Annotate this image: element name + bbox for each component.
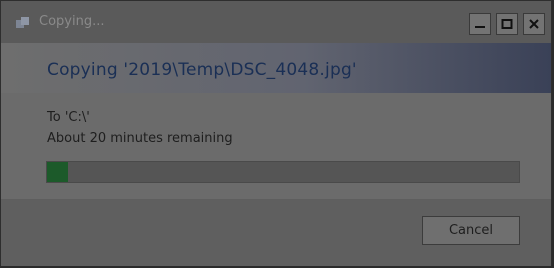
minimize-button[interactable]: [469, 13, 491, 35]
close-button[interactable]: [523, 13, 545, 35]
progress-bar-fill: [47, 162, 69, 182]
copy-app-icon: [15, 15, 31, 31]
copy-heading: Copying '2019\Temp\DSC_4048.jpg': [47, 60, 357, 80]
maximize-button[interactable]: [496, 13, 518, 35]
window-title: Copying...: [39, 14, 105, 29]
title-bar[interactable]: Copying...: [1, 1, 551, 43]
progress-bar: [46, 161, 520, 183]
cancel-button[interactable]: Cancel: [422, 216, 520, 245]
destination-text: To 'C:\': [47, 110, 90, 125]
time-remaining-text: About 20 minutes remaining: [47, 131, 233, 146]
copy-dialog: Copying... Copying '2019\Temp\DSC_4048.j…: [0, 0, 552, 266]
